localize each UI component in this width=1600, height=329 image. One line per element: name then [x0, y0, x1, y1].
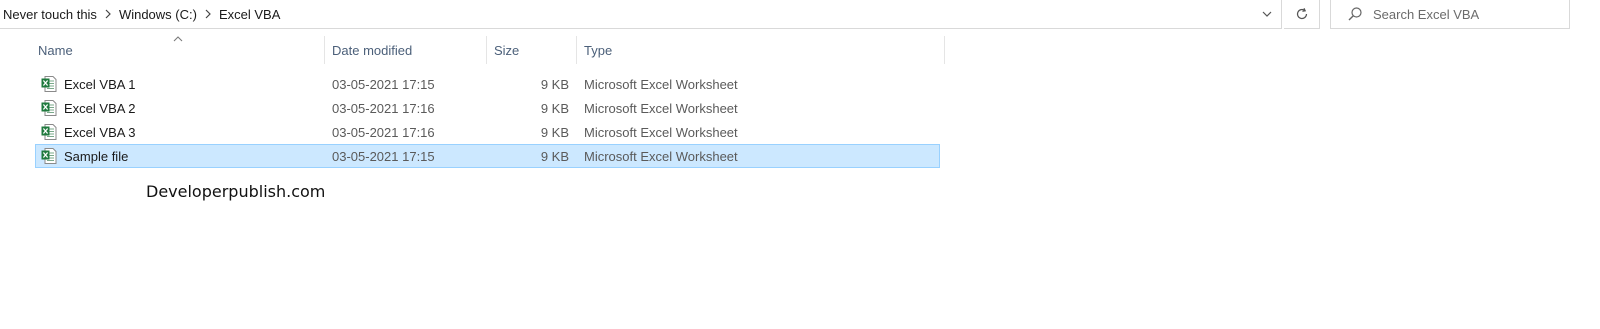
column-header-date-modified[interactable]: Date modified [326, 36, 486, 64]
breadcrumb-item-excel-vba[interactable]: Excel VBA [215, 7, 284, 22]
file-name: Excel VBA 3 [64, 124, 136, 140]
column-header-type[interactable]: Type [578, 36, 944, 64]
file-size: 9 KB [540, 76, 569, 92]
file-date-modified: 03-05-2021 17:15 [332, 148, 435, 164]
file-name-cell: Sample file [40, 145, 128, 167]
chevron-right-icon[interactable] [101, 9, 115, 19]
navigation-bar: Never touch this Windows (C:) Excel VBA [0, 0, 1600, 30]
watermark-text: Developerpublish.com [146, 182, 326, 201]
file-size: 9 KB [540, 124, 569, 140]
search-input[interactable] [1373, 3, 1563, 25]
chevron-down-icon [1262, 11, 1272, 17]
file-name: Excel VBA 2 [64, 100, 136, 116]
excel-file-icon [41, 76, 57, 92]
column-headers: Name Date modified Size Type [0, 36, 946, 64]
file-type: Microsoft Excel Worksheet [584, 148, 738, 164]
file-row-excel-vba-2[interactable]: Excel VBA 2 03-05-2021 17:16 9 KB Micros… [35, 96, 940, 120]
file-type: Microsoft Excel Worksheet [584, 76, 738, 92]
breadcrumb: Never touch this Windows (C:) Excel VBA [3, 3, 284, 25]
file-date-modified: 03-05-2021 17:16 [332, 124, 435, 140]
excel-file-icon [41, 148, 57, 164]
refresh-button[interactable] [1284, 0, 1320, 29]
breadcrumb-item-windows-c[interactable]: Windows (C:) [115, 7, 201, 22]
address-bar[interactable]: Never touch this Windows (C:) Excel VBA [0, 0, 1282, 29]
file-row-excel-vba-1[interactable]: Excel VBA 1 03-05-2021 17:15 9 KB Micros… [35, 72, 940, 96]
address-history-dropdown[interactable] [1255, 3, 1279, 25]
excel-file-icon [41, 124, 57, 140]
file-name: Excel VBA 1 [64, 76, 136, 92]
file-row-sample-file[interactable]: Sample file 03-05-2021 17:15 9 KB Micros… [35, 144, 940, 168]
file-name-cell: Excel VBA 1 [40, 73, 136, 95]
file-date-modified: 03-05-2021 17:16 [332, 100, 435, 116]
column-divider[interactable] [486, 36, 487, 64]
column-header-size[interactable]: Size [488, 36, 576, 64]
column-divider[interactable] [576, 36, 577, 64]
file-type: Microsoft Excel Worksheet [584, 100, 738, 116]
chevron-right-icon[interactable] [201, 9, 215, 19]
file-name-cell: Excel VBA 3 [40, 121, 136, 143]
column-divider[interactable] [944, 36, 945, 64]
refresh-icon [1296, 7, 1307, 19]
column-divider[interactable] [324, 36, 325, 64]
file-size: 9 KB [540, 100, 569, 116]
excel-file-icon [41, 100, 57, 116]
file-date-modified: 03-05-2021 17:15 [332, 76, 435, 92]
column-header-name[interactable]: Name [32, 36, 324, 64]
file-name-cell: Excel VBA 2 [40, 97, 136, 119]
file-name: Sample file [64, 148, 129, 164]
search-icon [1348, 7, 1362, 21]
file-type: Microsoft Excel Worksheet [584, 124, 738, 140]
file-size: 9 KB [540, 148, 569, 164]
breadcrumb-item-never-touch-this[interactable]: Never touch this [3, 7, 101, 22]
search-box[interactable] [1330, 0, 1570, 29]
file-row-excel-vba-3[interactable]: Excel VBA 3 03-05-2021 17:16 9 KB Micros… [35, 120, 940, 144]
